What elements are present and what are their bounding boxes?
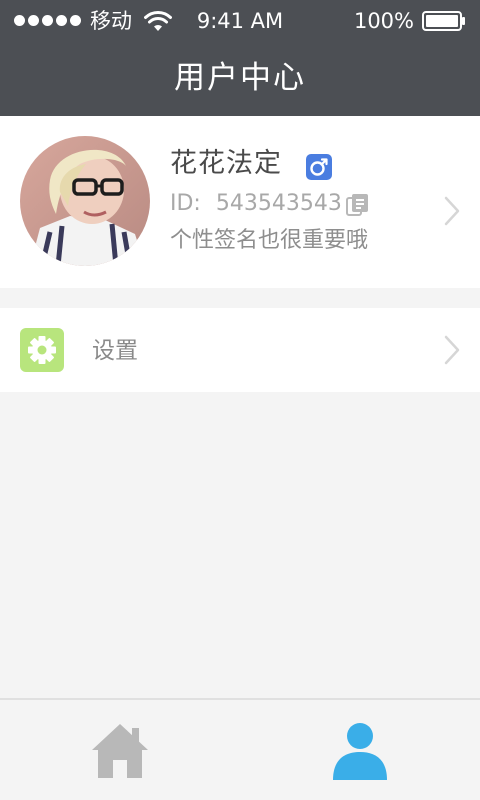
avatar[interactable] xyxy=(20,136,150,266)
user-id-value: 543543543 xyxy=(215,191,342,216)
bottom-tab-bar xyxy=(0,698,480,800)
page-title: 用户中心 xyxy=(174,60,306,96)
user-center-screen: 移动 9:41 AM 100% 用户中心 花花法定 ID: 543543543 … xyxy=(0,0,480,800)
battery-percentage: 100% xyxy=(353,9,414,33)
battery-icon xyxy=(422,11,465,31)
status-bar: 移动 9:41 AM 100% xyxy=(0,0,480,42)
gear-icon xyxy=(20,328,64,372)
male-symbol-icon xyxy=(306,154,332,180)
username: 花花法定 xyxy=(170,148,282,179)
home-icon xyxy=(92,724,148,778)
user-signature: 个性签名也很重要哦 xyxy=(170,228,369,253)
copy-icon[interactable] xyxy=(346,193,370,217)
chevron-right-icon xyxy=(444,196,460,226)
user-id: ID: 543543543 xyxy=(170,190,342,218)
user-id-label: ID: xyxy=(170,191,201,216)
profile-card[interactable]: 花花法定 ID: 543543543 个性签名也很重要哦 xyxy=(0,116,480,288)
person-icon xyxy=(333,723,387,780)
avatar-image xyxy=(20,136,150,266)
chevron-right-icon xyxy=(444,335,460,365)
settings-row[interactable]: 设置 xyxy=(0,308,480,392)
settings-label: 设置 xyxy=(92,338,138,364)
tab-me[interactable] xyxy=(240,700,480,800)
header: 移动 9:41 AM 100% 用户中心 xyxy=(0,0,480,116)
tab-home[interactable] xyxy=(0,700,240,800)
